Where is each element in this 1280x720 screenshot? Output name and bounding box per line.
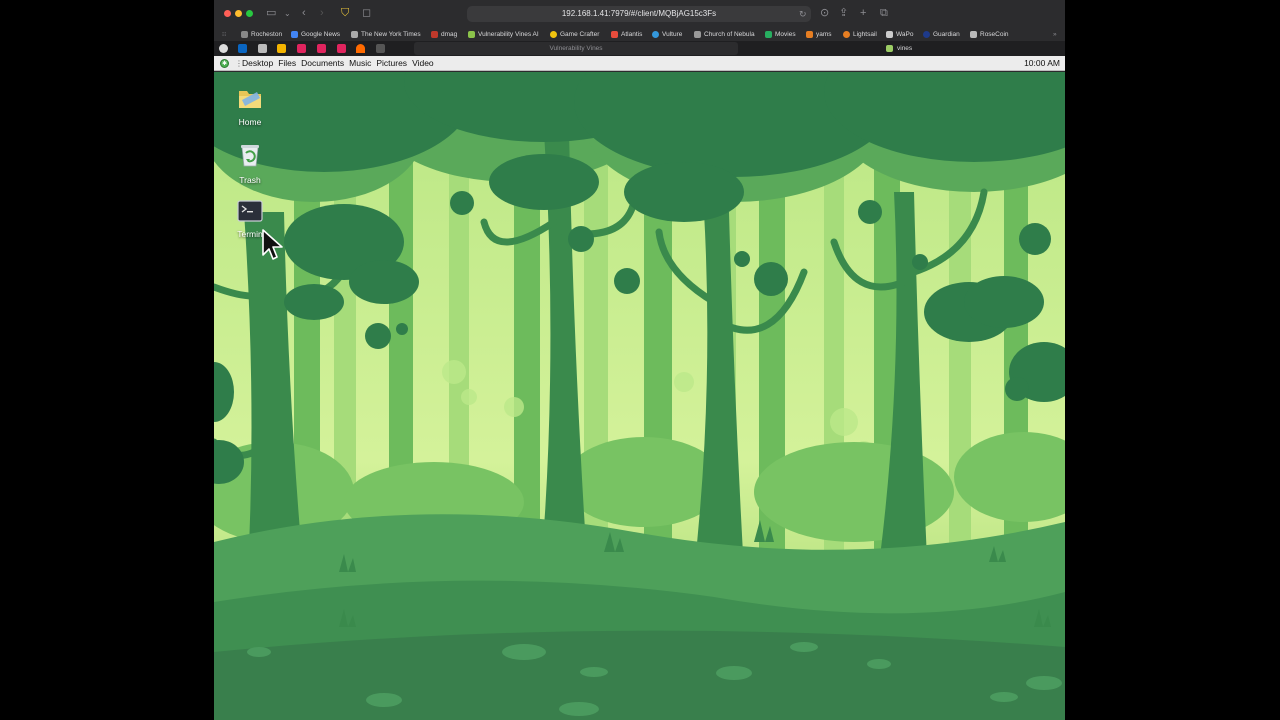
tab-vulnerability-vines[interactable]: Vulnerability Vines (414, 42, 738, 55)
pinned-tab[interactable] (277, 44, 286, 53)
tab-bar: Vulnerability Vines vines (214, 41, 1065, 56)
panel-menu-video[interactable]: Video (412, 56, 434, 71)
forward-icon[interactable]: › (320, 7, 324, 20)
app-menu-icon[interactable]: ✱ (220, 58, 229, 68)
zoom-window-button[interactable] (246, 10, 253, 17)
trash-icon (241, 145, 259, 167)
panel-menu-documents[interactable]: Documents (301, 56, 344, 71)
back-icon[interactable]: ‹ (302, 7, 306, 20)
bookmark-item[interactable]: Rocheston (241, 28, 282, 40)
privacy-icon[interactable]: ◻ (362, 7, 371, 20)
share-icon[interactable]: ⇪ (839, 7, 848, 20)
bookmark-item[interactable]: Guardian (923, 28, 960, 40)
desktop-top-panel: ✱ ⋮ Desktop Files Documents Music Pictur… (214, 56, 1065, 71)
bookmark-item[interactable]: Lightsail (843, 28, 877, 40)
remote-desktop: ✱ ⋮ Desktop Files Documents Music Pictur… (214, 56, 1065, 720)
pinned-tab[interactable] (238, 44, 247, 53)
new-tab-icon[interactable]: + (860, 7, 866, 20)
shield-icon[interactable]: ⛉ (341, 7, 349, 20)
panel-separator-icon: ⋮ (235, 58, 243, 68)
pinned-tab[interactable] (219, 44, 228, 53)
forest-wallpaper (214, 72, 1065, 720)
close-window-button[interactable] (224, 10, 231, 17)
bookmark-item[interactable]: Church of Nebula (694, 28, 755, 40)
pinned-tab[interactable] (376, 44, 385, 53)
panel-menu-music[interactable]: Music (349, 56, 371, 71)
download-icon[interactable]: ⊙ (820, 7, 829, 20)
terminal-icon (237, 200, 263, 222)
browser-toolbar: ▭ ⌄ ‹ › ⛉ ◻ 192.168.1.41:7979/#/client/M… (214, 0, 1065, 27)
mouse-cursor-icon (262, 229, 283, 260)
panel-menu-files[interactable]: Files (278, 56, 296, 71)
browser-window: ▭ ⌄ ‹ › ⛉ ◻ 192.168.1.41:7979/#/client/M… (214, 0, 1065, 720)
chevron-down-icon[interactable]: ⌄ (284, 7, 291, 20)
desktop-icon-home[interactable]: Home (220, 86, 280, 127)
grid-icon[interactable]: ⁝⁝ (222, 28, 226, 40)
bookmark-item[interactable]: Vulnerability Vines AI (468, 28, 539, 40)
folder-icon (239, 91, 261, 108)
bookmark-item[interactable]: Google News (291, 28, 340, 40)
url-text: 192.168.1.41:7979/#/client/MQBjAG15c3Fs (561, 9, 717, 18)
pinned-tab[interactable] (317, 44, 326, 53)
pinned-tab[interactable] (356, 44, 365, 53)
more-bookmarks-icon[interactable]: » (1053, 28, 1057, 40)
panel-menu-desktop[interactable]: Desktop (242, 56, 273, 71)
tab-vines[interactable]: vines (886, 42, 1046, 55)
bookmark-item[interactable]: The New York Times (351, 28, 421, 40)
minimize-window-button[interactable] (235, 10, 242, 17)
bookmark-item[interactable]: Game Crafter (550, 28, 599, 40)
desktop-icon-trash[interactable]: Trash (220, 142, 280, 185)
sidebar-icon[interactable]: ▭ (266, 7, 276, 20)
address-bar[interactable]: 192.168.1.41:7979/#/client/MQBjAG15c3Fs (467, 6, 811, 22)
tab-label: vines (897, 45, 913, 52)
tab-label: Vulnerability Vines (549, 45, 603, 52)
bookmark-item[interactable]: Vulture (652, 28, 682, 40)
bookmark-item[interactable]: RoseCoin (970, 28, 1009, 40)
reload-icon[interactable]: ↻ (799, 8, 807, 21)
pinned-tab[interactable] (258, 44, 267, 53)
clock: 10:00 AM (1024, 58, 1060, 68)
bookmarks-bar: ⁝⁝ Rocheston Google News The New York Ti… (214, 27, 1065, 41)
pinned-tab[interactable] (297, 44, 306, 53)
bookmark-item[interactable]: yams (806, 28, 832, 40)
pinned-tab[interactable] (337, 44, 346, 53)
bookmark-item[interactable]: Movies (765, 28, 796, 40)
tab-overview-icon[interactable]: ⧉ (880, 7, 888, 20)
bookmark-item[interactable]: WaPo (886, 28, 913, 40)
bookmark-item[interactable]: dmag (431, 28, 457, 40)
tab-favicon (886, 45, 893, 52)
panel-menu-pictures[interactable]: Pictures (376, 56, 407, 71)
bookmark-item[interactable]: Atlantis (611, 28, 642, 40)
